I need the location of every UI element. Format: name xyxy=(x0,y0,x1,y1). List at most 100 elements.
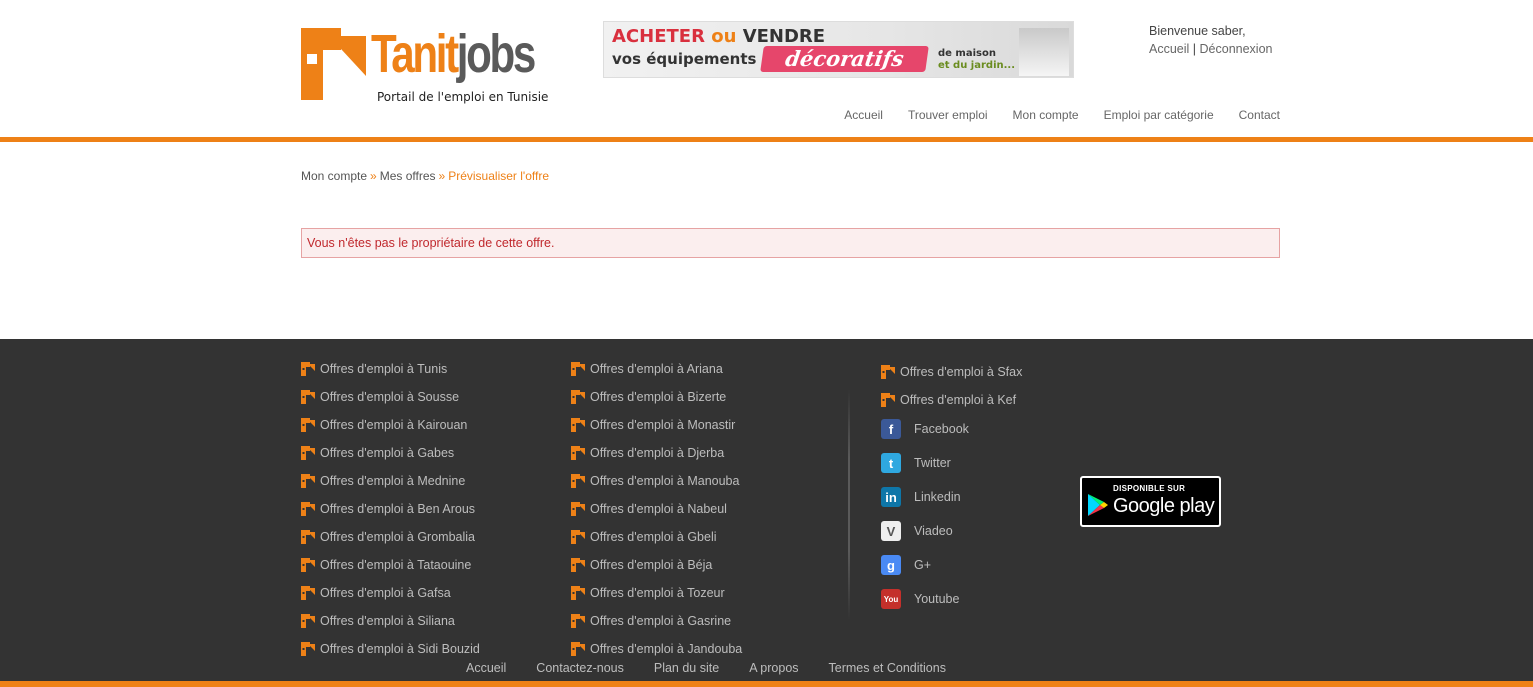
logo-mark-icon xyxy=(301,28,366,100)
footer-city-link[interactable]: Offres d'emploi à Sfax xyxy=(881,358,1022,386)
footer-city-link[interactable]: Offres d'emploi à Monastir xyxy=(571,411,742,439)
welcome-home-link[interactable]: Accueil xyxy=(1149,42,1189,56)
nav-item-emploi-par-categorie[interactable]: Emploi par catégorie xyxy=(1104,108,1214,122)
footer-city-label: Offres d'emploi à Manouba xyxy=(590,474,740,488)
twitter-icon: t xyxy=(881,453,901,473)
tanitjobs-mini-icon xyxy=(571,502,585,516)
footer-city-label: Offres d'emploi à Monastir xyxy=(590,418,736,432)
social-link-facebook[interactable]: f Facebook xyxy=(881,412,969,446)
tanitjobs-mini-icon xyxy=(571,642,585,656)
tanitjobs-mini-icon xyxy=(571,474,585,488)
footer-city-link[interactable]: Offres d'emploi à Kef xyxy=(881,386,1022,414)
footer-city-label: Offres d'emploi à Nabeul xyxy=(590,502,727,516)
social-link-viadeo[interactable]: V Viadeo xyxy=(881,514,969,548)
footer-city-label: Offres d'emploi à Kef xyxy=(900,393,1017,407)
footer-city-label: Offres d'emploi à Jandouba xyxy=(590,642,743,656)
footer-city-label: Offres d'emploi à Kairouan xyxy=(320,418,468,432)
tanitjobs-mini-icon xyxy=(301,446,315,460)
nav-item-trouver-emploi[interactable]: Trouver emploi xyxy=(908,108,988,122)
banner-product-image xyxy=(1019,28,1069,76)
social-link-label: Linkedin xyxy=(914,490,961,504)
footer-city-label: Offres d'emploi à Tataouine xyxy=(320,558,472,572)
breadcrumb-separator: » xyxy=(370,169,377,183)
footer-nav-contactez-nous[interactable]: Contactez-nous xyxy=(536,661,624,675)
nav-item-contact[interactable]: Contact xyxy=(1239,108,1280,122)
footer-city-link[interactable]: Offres d'emploi à Gafsa xyxy=(301,579,480,607)
footer-city-link[interactable]: Offres d'emploi à Sousse xyxy=(301,383,480,411)
tanitjobs-mini-icon xyxy=(571,362,585,376)
footer-city-link[interactable]: Offres d'emploi à Kairouan xyxy=(301,411,480,439)
footer-city-label: Offres d'emploi à Ariana xyxy=(590,362,723,376)
footer-city-link[interactable]: Offres d'emploi à Mednine xyxy=(301,467,480,495)
breadcrumb-separator: » xyxy=(438,169,446,183)
logo-wordmark: Tanitjobs xyxy=(371,24,536,84)
tanitjobs-mini-icon xyxy=(301,642,315,656)
footer-city-column-3: Offres d'emploi à Sfax Offres d'emploi à … xyxy=(881,358,1022,414)
footer-city-link[interactable]: Offres d'emploi à Ben Arous xyxy=(301,495,480,523)
tanitjobs-mini-icon xyxy=(301,474,315,488)
footer-city-link[interactable]: Offres d'emploi à Bizerte xyxy=(571,383,742,411)
banner-headline: ACHETER ou VENDRE xyxy=(612,26,826,47)
social-link-linkedin[interactable]: in Linkedin xyxy=(881,480,969,514)
footer-city-link[interactable]: Offres d'emploi à Grombalia xyxy=(301,523,480,551)
footer-city-link[interactable]: Offres d'emploi à Tozeur xyxy=(571,579,742,607)
social-link-label: G+ xyxy=(914,558,932,572)
banner-highlight: décoratifs xyxy=(760,46,929,72)
tanitjobs-mini-icon xyxy=(301,530,315,544)
footer-city-label: Offres d'emploi à Mednine xyxy=(320,474,466,488)
welcome-separator: | xyxy=(1192,42,1197,56)
footer-city-link[interactable]: Offres d'emploi à Tunis xyxy=(301,355,480,383)
footer-city-label: Offres d'emploi à Gafsa xyxy=(320,586,451,600)
tanitjobs-mini-icon xyxy=(301,558,315,572)
footer-city-link[interactable]: Offres d'emploi à Gabes xyxy=(301,439,480,467)
google-plus-icon: g xyxy=(881,555,901,575)
nav-item-mon-compte[interactable]: Mon compte xyxy=(1013,108,1079,122)
linkedin-icon: in xyxy=(881,487,901,507)
footer-nav-plan-du-site[interactable]: Plan du site xyxy=(654,661,719,675)
footer-city-link[interactable]: Offres d'emploi à Sidi Bouzid xyxy=(301,635,480,663)
social-link-g[interactable]: g G+ xyxy=(881,548,969,582)
footer-divider xyxy=(848,390,850,620)
footer-city-link[interactable]: Offres d'emploi à Gasrine xyxy=(571,607,742,635)
social-link-label: Twitter xyxy=(914,456,951,470)
footer-city-link[interactable]: Offres d'emploi à Jandouba xyxy=(571,635,742,663)
tanitjobs-mini-icon xyxy=(571,614,585,628)
main-nav: Accueil Trouver emploi Mon compte Emploi… xyxy=(844,108,1280,122)
nav-item-accueil[interactable]: Accueil xyxy=(844,108,883,122)
banner-side-text: de maison et du jardin... xyxy=(938,48,1016,71)
footer-city-column-2: Offres d'emploi à Ariana Offres d'emploi … xyxy=(571,355,742,663)
footer-nav-termes[interactable]: Termes et Conditions xyxy=(829,661,946,675)
footer-city-link[interactable]: Offres d'emploi à Nabeul xyxy=(571,495,742,523)
tanitjobs-mini-icon xyxy=(301,502,315,516)
footer-city-link[interactable]: Offres d'emploi à Gbeli xyxy=(571,523,742,551)
tanitjobs-mini-icon xyxy=(301,390,315,404)
tanitjobs-mini-icon xyxy=(301,362,315,376)
tanitjobs-mini-icon xyxy=(571,418,585,432)
breadcrumb-mes-offres[interactable]: Mes offres xyxy=(380,169,436,183)
social-link-youtube[interactable]: You Youtube xyxy=(881,582,969,616)
footer-city-column-1: Offres d'emploi à Tunis Offres d'emploi à… xyxy=(301,355,480,663)
footer-city-link[interactable]: Offres d'emploi à Tataouine xyxy=(301,551,480,579)
footer-city-label: Offres d'emploi à Sousse xyxy=(320,390,460,404)
footer-city-label: Offres d'emploi à Tunis xyxy=(320,362,448,376)
footer-city-link[interactable]: Offres d'emploi à Ariana xyxy=(571,355,742,383)
logout-link[interactable]: Déconnexion xyxy=(1200,42,1273,56)
social-link-label: Facebook xyxy=(914,422,969,436)
footer-city-link[interactable]: Offres d'emploi à Béja xyxy=(571,551,742,579)
tanitjobs-logo[interactable]: Tanitjobs Portail de l'emploi en Tunisie xyxy=(301,24,566,108)
footer-city-link[interactable]: Offres d'emploi à Djerba xyxy=(571,439,742,467)
footer-city-label: Offres d'emploi à Ben Arous xyxy=(320,502,476,516)
social-link-twitter[interactable]: t Twitter xyxy=(881,446,969,480)
google-play-badge[interactable]: DISPONIBLE SUR Google play xyxy=(1080,476,1221,527)
footer-nav-accueil[interactable]: Accueil xyxy=(466,661,506,675)
breadcrumb-current: Prévisualiser l'offre xyxy=(448,169,549,183)
tanitjobs-mini-icon xyxy=(571,558,585,572)
footer-city-label: Offres d'emploi à Djerba xyxy=(590,446,725,460)
footer-city-link[interactable]: Offres d'emploi à Manouba xyxy=(571,467,742,495)
social-link-label: Viadeo xyxy=(914,524,953,538)
ad-banner[interactable]: ACHETER ou VENDRE vos équipements décora… xyxy=(603,21,1074,78)
footer-nav-a-propos[interactable]: A propos xyxy=(749,661,798,675)
tanitjobs-mini-icon xyxy=(301,418,315,432)
footer-city-link[interactable]: Offres d'emploi à Siliana xyxy=(301,607,480,635)
breadcrumb-mon-compte[interactable]: Mon compte xyxy=(301,169,367,183)
